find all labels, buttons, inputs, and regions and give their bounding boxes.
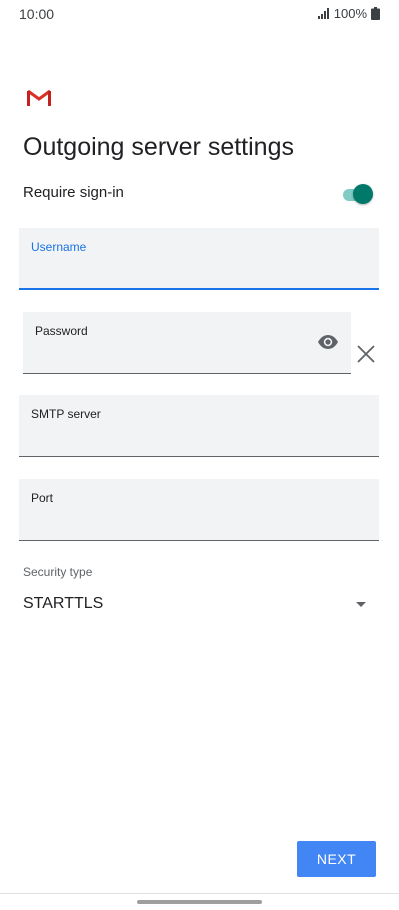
require-signin-label: Require sign-in (23, 184, 124, 201)
toggle-thumb (353, 184, 373, 204)
battery-icon (371, 7, 380, 20)
security-type-label: Security type (23, 565, 93, 579)
page-title: Outgoing server settings (23, 133, 294, 161)
security-type-value: STARTTLS (23, 595, 104, 612)
smtp-server-field[interactable]: SMTP server (19, 395, 379, 457)
show-password-eye-icon[interactable] (317, 334, 339, 350)
password-label: Password (35, 324, 88, 338)
port-input[interactable] (31, 515, 367, 532)
password-field[interactable]: Password (23, 312, 351, 374)
status-indicators: 100% (317, 6, 380, 21)
username-field[interactable]: Username (19, 228, 379, 290)
signal-icon (317, 8, 330, 19)
status-time: 10:00 (19, 6, 55, 22)
home-gesture-handle[interactable] (137, 900, 262, 904)
gmail-logo-icon (27, 89, 51, 107)
port-field[interactable]: Port (19, 479, 379, 541)
security-type-select[interactable]: STARTTLS (23, 590, 373, 618)
bottom-divider (0, 893, 399, 894)
smtp-server-input[interactable] (31, 431, 367, 448)
username-label: Username (31, 240, 87, 254)
require-signin-toggle[interactable] (341, 183, 375, 205)
dropdown-arrow-icon (356, 595, 366, 607)
smtp-server-label: SMTP server (31, 407, 101, 421)
password-input[interactable] (35, 348, 295, 365)
status-bar: 10:00 100% (0, 0, 399, 28)
port-label: Port (31, 491, 54, 505)
clear-password-close-icon[interactable] (356, 344, 376, 364)
next-button[interactable]: NEXT (297, 841, 376, 877)
battery-percent: 100% (333, 6, 367, 21)
username-input[interactable] (31, 263, 367, 280)
